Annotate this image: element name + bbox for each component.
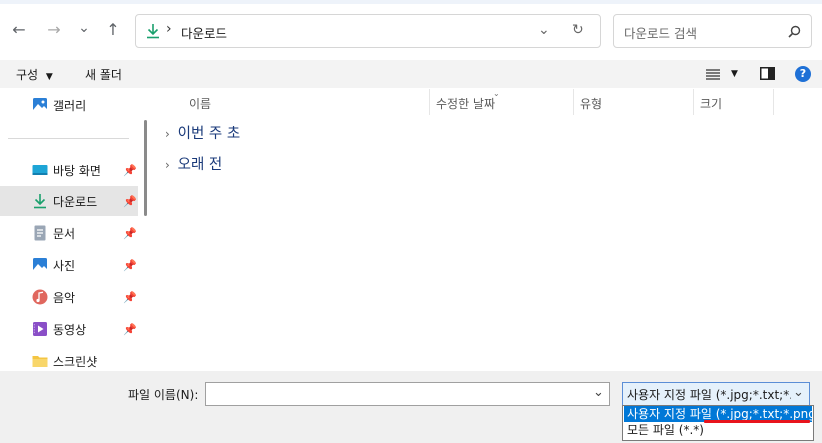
column-header-row: 이름 ⌄ 수정한 날짜 유형 크기 <box>154 88 822 116</box>
column-header-size[interactable]: 크기 <box>700 95 722 112</box>
sidebar-item-label: 스크린샷 <box>53 354 98 369</box>
group-label: 오래 전 <box>177 157 223 173</box>
breadcrumb-current[interactable]: 다운로드 <box>181 23 227 42</box>
search-placeholder: 다운로드 검색 <box>624 26 697 41</box>
new-folder-button[interactable]: 새 폴더 <box>85 66 122 83</box>
up-button[interactable]: ↑ <box>104 22 122 38</box>
red-underline-annotation <box>704 420 810 423</box>
desktop-icon <box>32 165 48 175</box>
document-icon <box>34 225 46 241</box>
recent-locations-button[interactable]: ⌄ <box>75 20 93 36</box>
sidebar-scrollbar-thumb[interactable] <box>144 120 147 216</box>
gallery-icon <box>33 98 47 112</box>
pin-icon: 📌 <box>123 226 137 240</box>
sidebar-item-downloads[interactable]: 다운로드 📌 <box>0 186 138 216</box>
column-header-type[interactable]: 유형 <box>580 95 602 112</box>
organize-button[interactable]: 구성 ▼ <box>16 66 53 83</box>
column-divider[interactable] <box>429 89 430 115</box>
search-input[interactable]: 다운로드 검색 <box>613 14 812 48</box>
pin-icon: 📌 <box>123 194 137 208</box>
command-bar: 구성 ▼ 새 폴더 ▼ ? <box>0 60 822 88</box>
sidebar-item-label: 음악 <box>53 290 76 305</box>
refresh-button[interactable]: ↻ <box>572 22 584 38</box>
help-icon[interactable]: ? <box>795 66 811 82</box>
sidebar-item-label: 갤러리 <box>53 98 87 113</box>
organize-label: 구성 <box>16 68 39 82</box>
filetype-selected: 사용자 지정 파일 (*.jpg;*.txt;*.p <box>627 388 791 402</box>
sidebar-item-label: 문서 <box>53 226 76 241</box>
back-button[interactable]: ← <box>10 22 28 38</box>
sidebar-item-label: 다운로드 <box>53 194 98 209</box>
search-icon[interactable] <box>788 25 801 38</box>
pin-icon: 📌 <box>123 258 137 272</box>
videos-icon <box>33 322 47 336</box>
chevron-down-icon: ▼ <box>45 72 53 82</box>
sidebar-item-gallery[interactable]: 갤러리 <box>0 90 138 120</box>
pin-icon: 📌 <box>123 290 137 304</box>
column-divider[interactable] <box>573 89 574 115</box>
sidebar-item-music[interactable]: 음악 📌 <box>0 282 138 312</box>
chevron-down-icon[interactable]: ⌄ <box>593 385 604 400</box>
chevron-down-icon: ⌄ <box>793 385 804 400</box>
filetype-select[interactable]: 사용자 지정 파일 (*.jpg;*.txt;*.p ⌄ <box>622 382 810 406</box>
preview-pane-icon[interactable] <box>760 67 775 80</box>
column-divider[interactable] <box>773 89 774 115</box>
breadcrumb-separator: › <box>166 21 172 37</box>
folder-icon <box>32 356 48 367</box>
address-dropdown-button[interactable]: ⌄ <box>538 22 550 38</box>
sidebar-divider <box>8 138 129 139</box>
filename-label: 파일 이름(N): <box>128 388 199 402</box>
view-chevron-down-icon[interactable]: ▼ <box>731 69 738 79</box>
sidebar-item-documents[interactable]: 문서 📌 <box>0 218 138 248</box>
window-top-strip <box>0 0 822 4</box>
music-icon <box>32 289 48 305</box>
pictures-icon <box>33 258 47 272</box>
filename-combobox[interactable]: ⌄ <box>205 382 610 406</box>
view-options-icon[interactable] <box>706 69 720 80</box>
sidebar-item-label: 사진 <box>53 258 76 273</box>
download-icon <box>147 24 159 39</box>
group-header[interactable]: › 오래 전 <box>165 153 222 174</box>
sidebar-item-label: 동영상 <box>53 322 87 337</box>
sidebar-item-pictures[interactable]: 사진 📌 <box>0 250 138 280</box>
sidebar-item-desktop[interactable]: 바탕 화면 📌 <box>0 155 138 185</box>
forward-button[interactable]: → <box>45 22 63 38</box>
address-bar[interactable]: › 다운로드 ⌄ ↻ <box>135 14 601 48</box>
column-header-date[interactable]: 수정한 날짜 <box>436 95 495 112</box>
pin-icon: 📌 <box>123 163 137 177</box>
group-label: 이번 주 초 <box>177 126 241 142</box>
pin-icon: 📌 <box>123 322 137 336</box>
chevron-right-icon: › <box>165 158 170 172</box>
sidebar-item-label: 바탕 화면 <box>53 163 101 178</box>
sidebar-item-videos[interactable]: 동영상 📌 <box>0 314 138 344</box>
group-header[interactable]: › 이번 주 초 <box>165 122 240 143</box>
column-header-name[interactable]: 이름 <box>189 95 211 112</box>
filetype-option[interactable]: 모든 파일 (*.*) <box>624 422 812 438</box>
download-icon <box>34 194 46 209</box>
filetype-dropdown-list: 사용자 지정 파일 (*.jpg;*.txt;*.png) 모든 파일 (*.*… <box>622 405 814 441</box>
chevron-right-icon: › <box>165 127 170 141</box>
column-divider[interactable] <box>693 89 694 115</box>
navigation-pane: 갤러리 바탕 화면 📌 다운로드 📌 문서 📌 사진 📌 음악 📌 동영상 📌 … <box>0 88 154 371</box>
